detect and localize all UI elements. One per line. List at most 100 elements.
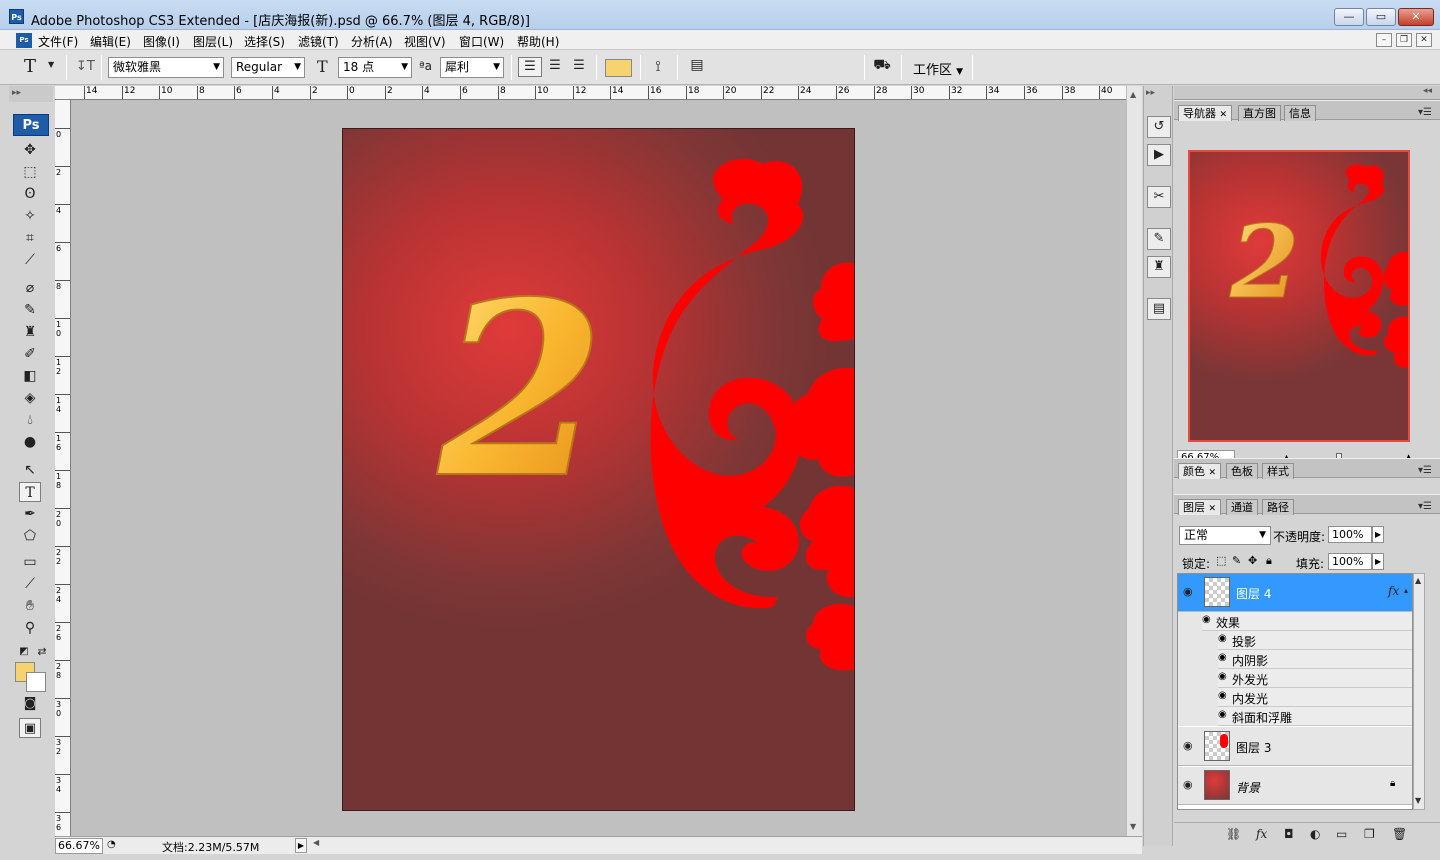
close-tab-icon[interactable]: ✕: [1209, 504, 1217, 514]
slice-tool-icon[interactable]: ⟋: [19, 250, 41, 270]
pen-tool-icon[interactable]: ✒: [19, 504, 41, 524]
lasso-tool-icon[interactable]: ʘ: [19, 184, 41, 204]
align-center-icon[interactable]: ☰: [545, 58, 565, 73]
path-selection-tool-icon[interactable]: ↖: [19, 460, 41, 480]
layer-row-layer-3[interactable]: ◉ 图层 3: [1178, 727, 1412, 766]
blend-mode-select[interactable]: 正常 ▼: [1179, 526, 1271, 545]
background-color-swatch[interactable]: [26, 672, 46, 692]
swap-colors-icon[interactable]: ⇄: [31, 642, 53, 662]
eye-icon[interactable]: ◉: [1218, 652, 1227, 663]
effect-bevel-emboss[interactable]: ◉ 斜面和浮雕: [1218, 707, 1412, 726]
link-layers-icon[interactable]: ⛓: [1226, 827, 1241, 841]
menu-layer[interactable]: 图层(L): [193, 33, 233, 50]
font-family-select[interactable]: 微软雅黑 ▼: [108, 57, 224, 78]
clone-stamp-tool-icon[interactable]: ♜: [19, 322, 41, 342]
eyedropper-tool-icon[interactable]: ⟋: [19, 574, 41, 594]
actions-panel-icon[interactable]: ▶: [1147, 144, 1171, 166]
menu-view[interactable]: 视图(V): [404, 33, 446, 50]
align-right-icon[interactable]: ☰: [569, 58, 589, 73]
anti-alias-select[interactable]: 犀利 ▼: [440, 57, 504, 78]
lock-position-icon[interactable]: ✥: [1248, 554, 1257, 567]
tab-navigator[interactable]: 导航器 ✕: [1178, 105, 1233, 121]
navigator-thumbnail[interactable]: 2: [1188, 150, 1410, 442]
blur-tool-icon[interactable]: 💧︎: [19, 410, 41, 430]
doc-minimize-button[interactable]: –: [1376, 33, 1392, 47]
character-panel-toggle-icon[interactable]: ▤: [687, 57, 707, 73]
paint-bucket-tool-icon[interactable]: ◈: [19, 388, 41, 408]
healing-brush-tool-icon[interactable]: ⌀: [19, 278, 41, 298]
crop-tool-icon[interactable]: ⌗: [19, 228, 41, 248]
menu-select[interactable]: 选择(S): [244, 33, 285, 50]
type-tool-preset-icon[interactable]: T: [24, 56, 36, 77]
effect-drop-shadow[interactable]: ◉ 投影: [1218, 631, 1412, 650]
doc-restore-button[interactable]: ❐: [1396, 33, 1412, 47]
tool-presets-panel-icon[interactable]: ✂: [1147, 186, 1171, 208]
tab-channels[interactable]: 通道: [1226, 499, 1258, 515]
status-arrow-icon[interactable]: ▶: [295, 838, 307, 853]
warp-text-icon[interactable]: ⟟: [648, 57, 668, 75]
layer-comps-panel-icon[interactable]: ▤: [1147, 298, 1171, 320]
add-layer-style-icon[interactable]: fx: [1256, 827, 1267, 841]
effect-inner-glow[interactable]: ◉ 内发光: [1218, 688, 1412, 707]
tab-layers[interactable]: 图层 ✕: [1178, 499, 1222, 515]
screen-mode-icon[interactable]: ▣: [19, 718, 41, 738]
opacity-arrow-icon[interactable]: ▶: [1372, 526, 1384, 543]
delete-layer-icon[interactable]: 🗑︎: [1392, 827, 1407, 841]
layer-row-background[interactable]: ◉ 背景 🔒︎: [1178, 767, 1412, 805]
add-mask-icon[interactable]: ◘: [1284, 827, 1294, 841]
scroll-up-icon[interactable]: ▲: [1415, 576, 1421, 585]
close-tab-icon[interactable]: ✕: [1220, 110, 1228, 120]
hscroll-left-icon[interactable]: ◀: [313, 838, 319, 847]
minimize-button[interactable]: —: [1334, 8, 1364, 26]
move-tool-icon[interactable]: ✥: [19, 140, 41, 160]
scroll-down-icon[interactable]: ▼: [1415, 796, 1421, 805]
collapse-dock-icon[interactable]: ◂◂: [1423, 86, 1432, 96]
font-size-select[interactable]: 18 点 ▼: [338, 57, 412, 78]
opacity-field[interactable]: 100%: [1328, 526, 1372, 543]
lock-all-icon[interactable]: 🔒︎: [1266, 554, 1272, 568]
tab-styles[interactable]: 样式: [1262, 463, 1294, 479]
document-icon[interactable]: Ps: [16, 33, 32, 48]
close-button[interactable]: ✕: [1398, 8, 1434, 26]
doc-close-button[interactable]: ✕: [1416, 33, 1432, 47]
lock-pixels-icon[interactable]: ✎: [1232, 554, 1241, 567]
eye-icon[interactable]: ◉: [1183, 778, 1193, 791]
bridge-icon[interactable]: ⛟: [871, 57, 893, 75]
zoom-tool-icon[interactable]: ⚲: [19, 618, 41, 638]
hand-tool-icon[interactable]: ✋︎: [19, 596, 41, 616]
tab-paths[interactable]: 路径: [1262, 499, 1294, 515]
status-menu-icon[interactable]: ◔: [107, 839, 116, 850]
marquee-tool-icon[interactable]: ⬚: [19, 162, 41, 182]
align-left-icon[interactable]: ☰: [518, 57, 542, 77]
quick-mask-icon[interactable]: ◙: [19, 694, 41, 714]
document-canvas[interactable]: 2: [342, 128, 855, 811]
panel-menu-icon[interactable]: ▾☰: [1418, 465, 1432, 476]
layers-scrollbar[interactable]: ▲ ▼: [1413, 573, 1425, 810]
panel-menu-icon[interactable]: ▾☰: [1418, 107, 1432, 118]
menu-window[interactable]: 窗口(W): [459, 33, 504, 50]
maximize-button[interactable]: ▭: [1366, 8, 1396, 26]
scroll-up-icon[interactable]: ▲: [1130, 90, 1136, 99]
text-color-swatch[interactable]: [605, 59, 632, 77]
photoshop-badge-icon[interactable]: Ps: [13, 114, 49, 136]
brush-tool-icon[interactable]: ✎: [19, 300, 41, 320]
effect-inner-shadow[interactable]: ◉ 内阴影: [1218, 650, 1412, 669]
tab-info[interactable]: 信息: [1284, 105, 1316, 121]
menu-edit[interactable]: 编辑(E): [90, 33, 131, 50]
menu-analysis[interactable]: 分析(A): [351, 33, 393, 50]
fill-field[interactable]: 100%: [1328, 553, 1372, 570]
lock-transparency-icon[interactable]: ⬚: [1216, 554, 1226, 567]
history-panel-icon[interactable]: ↺: [1147, 116, 1171, 138]
expand-effects-icon[interactable]: ▴: [1404, 586, 1408, 595]
eye-icon[interactable]: ◉: [1202, 614, 1211, 625]
eye-icon[interactable]: ◉: [1218, 671, 1227, 682]
menu-help[interactable]: 帮助(H): [517, 33, 559, 50]
menu-image[interactable]: 图像(I): [143, 33, 180, 50]
effect-outer-glow[interactable]: ◉ 外发光: [1218, 669, 1412, 688]
eye-icon[interactable]: ◉: [1218, 690, 1227, 701]
zoom-level-field[interactable]: 66.67%: [55, 838, 103, 854]
panel-menu-icon[interactable]: ▾☰: [1418, 501, 1432, 512]
text-orientation-icon[interactable]: ↧T: [76, 59, 95, 74]
eye-icon[interactable]: ◉: [1218, 633, 1227, 644]
dock-collapse-icon[interactable]: ▸▸: [1146, 88, 1155, 98]
